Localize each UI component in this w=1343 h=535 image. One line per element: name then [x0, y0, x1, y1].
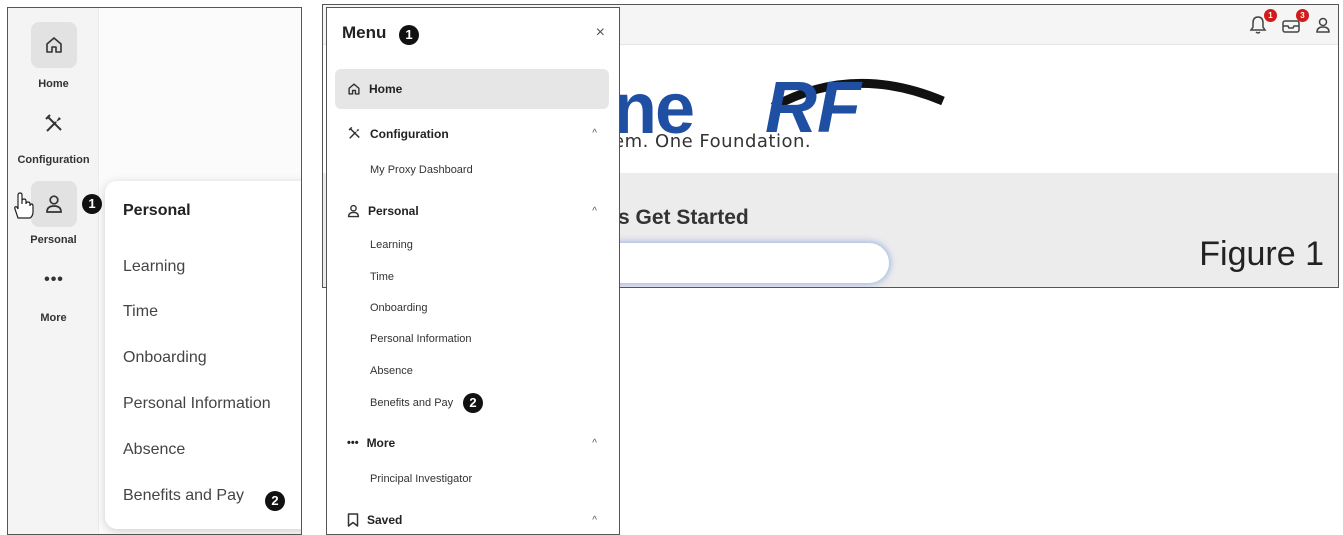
left-navigation-panel: Home Configuration Personal ••• More 1 P… [7, 7, 302, 535]
person-icon [1316, 17, 1330, 33]
menu-section-more[interactable]: ••• More [347, 436, 395, 450]
chevron-up-icon[interactable]: ^ [592, 128, 597, 139]
menu-item-time[interactable]: Time [370, 271, 394, 283]
home-icon [46, 37, 62, 53]
menu-item-onboarding[interactable]: Onboarding [370, 302, 428, 314]
menu-section-saved[interactable]: Saved [347, 513, 402, 527]
nav-rail: Home Configuration Personal ••• More [8, 8, 99, 534]
menu-home-label: Home [369, 82, 403, 96]
tools-icon [45, 114, 62, 132]
profile-button[interactable] [1315, 15, 1337, 37]
menu-title: Menu [342, 23, 387, 42]
menu-item-benefits-and-pay[interactable]: Benefits and Pay [370, 397, 453, 409]
notifications-button[interactable]: 1 [1249, 9, 1277, 37]
menu-item-principal-investigator[interactable]: Principal Investigator [370, 473, 472, 485]
person-icon [46, 195, 62, 213]
menu-section-label: Personal [368, 204, 419, 218]
person-icon [347, 204, 360, 218]
menu-section-personal[interactable]: Personal [347, 204, 419, 218]
menu-panel: Menu 1 × Home Configuration ^ My Proxy D… [326, 7, 620, 535]
rail-configuration-label: Configuration [17, 154, 90, 166]
flyout-item-onboarding[interactable]: Onboarding [123, 349, 207, 367]
logo: ne RF em. One Foundation. [613, 68, 1133, 173]
personal-flyout-menu: Personal Learning Time Onboarding Person… [105, 181, 301, 529]
menu-item-absence[interactable]: Absence [370, 365, 413, 377]
menu-section-label: Saved [367, 513, 403, 527]
menu-item-learning[interactable]: Learning [370, 239, 413, 251]
bookmark-icon [347, 513, 359, 527]
figure-label: Figure 1 [1199, 235, 1324, 273]
rail-home-label: Home [38, 78, 69, 90]
rail-configuration-button[interactable] [31, 104, 77, 144]
chevron-up-icon[interactable]: ^ [592, 515, 597, 526]
tools-icon [348, 126, 360, 139]
rail-personal-button[interactable] [31, 181, 77, 227]
inbox-badge: 3 [1296, 9, 1309, 22]
flyout-item-learning[interactable]: Learning [123, 258, 185, 276]
menu-home-item[interactable]: Home [335, 69, 609, 109]
menu-callout-number-1: 1 [399, 25, 419, 45]
flyout-item-benefits-and-pay[interactable]: Benefits and Pay [123, 487, 244, 505]
more-dots-icon: ••• [44, 271, 64, 288]
rail-more-label: More [40, 312, 67, 324]
rail-personal-label: Personal [30, 234, 77, 246]
flyout-item-personal-information[interactable]: Personal Information [123, 395, 271, 413]
flyout-title: Personal [123, 202, 191, 219]
flyout-item-absence[interactable]: Absence [123, 441, 185, 459]
menu-section-configuration[interactable]: Configuration [347, 126, 449, 141]
callout-number-2: 2 [265, 491, 285, 511]
flyout-item-time[interactable]: Time [123, 303, 158, 321]
rail-home-button[interactable] [31, 22, 77, 68]
rail-more-button[interactable]: ••• [31, 260, 77, 300]
home-icon [348, 83, 360, 95]
chevron-up-icon[interactable]: ^ [592, 438, 597, 449]
notification-badge: 1 [1264, 9, 1277, 22]
menu-callout-number-2: 2 [463, 393, 483, 413]
hero-heading: 's Get Started [613, 206, 749, 229]
chevron-up-icon[interactable]: ^ [592, 206, 597, 217]
menu-item-my-proxy-dashboard[interactable]: My Proxy Dashboard [370, 164, 473, 176]
menu-section-label: Configuration [370, 126, 449, 141]
inbox-button[interactable]: 3 [1281, 9, 1309, 37]
logo-tagline: em. One Foundation. [613, 131, 812, 152]
callout-number-1: 1 [82, 194, 102, 214]
hand-pointer-icon [14, 192, 34, 219]
menu-section-label: More [366, 436, 396, 450]
menu-item-personal-information[interactable]: Personal Information [370, 333, 472, 345]
close-icon[interactable]: × [596, 24, 605, 42]
more-dots-icon: ••• [347, 437, 359, 449]
